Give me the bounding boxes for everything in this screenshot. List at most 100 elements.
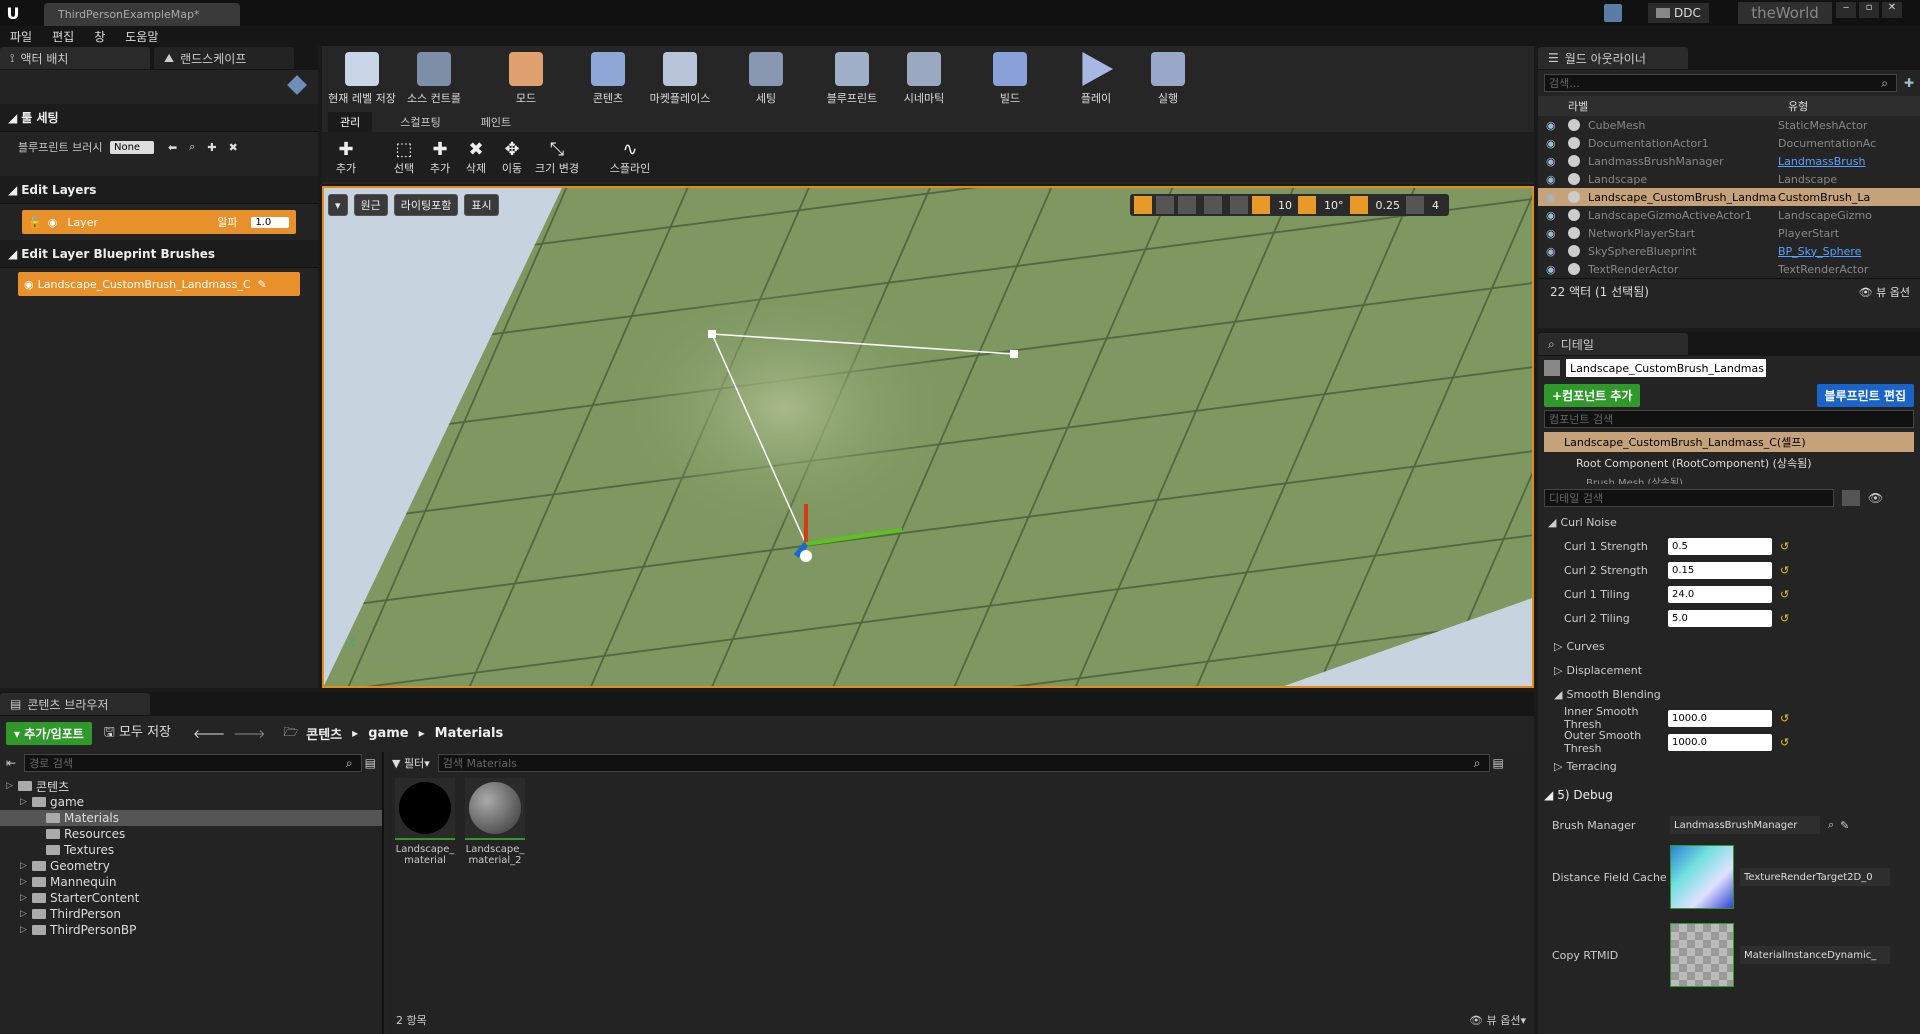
add-component-button[interactable]: +컴포넌트 추가 — [1544, 383, 1641, 407]
folder-tree-item[interactable]: ▷ ThirdPerson — [0, 906, 382, 922]
tab-paint[interactable]: 페인트 — [469, 112, 523, 132]
show-button[interactable]: 표시 — [464, 194, 499, 216]
pick-actor-icon[interactable]: ✎ — [1840, 819, 1849, 832]
visibility-eye-icon[interactable]: ◉ — [48, 216, 58, 229]
col-type-header[interactable]: 유형 — [1788, 98, 1808, 114]
scale-snap-value[interactable]: 0.25 — [1370, 199, 1407, 212]
forward-icon[interactable]: 🡒 — [233, 726, 265, 741]
scale-snap-icon[interactable] — [1349, 196, 1368, 214]
folder-tree-item[interactable]: ▷ 콘텐츠 — [0, 778, 382, 794]
tab-manage[interactable]: 관리 — [328, 112, 373, 132]
outliner-view-options[interactable]: 👁 뷰 옵션 — [1859, 284, 1910, 300]
tab-sculpt[interactable]: 스컬프팅 — [388, 112, 452, 132]
visibility-eye-icon[interactable]: ◉ — [1538, 119, 1568, 132]
expander-icon[interactable]: ▷ — [20, 877, 32, 887]
self-component-row[interactable]: Landscape_CustomBrush_Landmass_C(셀프) — [1544, 432, 1914, 452]
breadcrumb-materials[interactable]: Materials — [435, 726, 504, 741]
outliner-row[interactable]: ◉ LandmassBrushManager LandmassBrush — [1538, 152, 1920, 170]
outliner-row[interactable]: ◉ SkySphereBlueprint BP_Sky_Sphere — [1538, 242, 1920, 260]
blueprints-button[interactable]: 블루프린트 — [816, 46, 888, 112]
tool-add[interactable]: ✚ 추가 — [422, 139, 458, 176]
document-tab[interactable]: ThirdPersonExampleMap* — [44, 3, 240, 26]
surface-snap-icon[interactable] — [1230, 196, 1248, 214]
tool-resize[interactable]: ⤡ 크기 변경 — [530, 139, 584, 176]
lock-icon[interactable]: 🔓 — [28, 216, 42, 229]
layer-row[interactable]: 🔓 ◉ Layer 알파 1.0 — [22, 210, 296, 234]
folder-tree-item[interactable]: Resources — [0, 826, 382, 842]
brush-eye-icon[interactable]: ◉ — [24, 278, 34, 291]
gizmo-center[interactable] — [800, 550, 812, 562]
launch-button[interactable]: 실행 — [1132, 46, 1204, 112]
minimize-button[interactable]: ‒ — [1836, 2, 1856, 18]
visibility-eye-icon[interactable]: ◉ — [1538, 227, 1568, 240]
rotate-icon[interactable] — [1156, 196, 1174, 214]
blueprint-brush-select[interactable]: None — [110, 140, 154, 154]
actor-name-field[interactable]: Landscape_CustomBrush_Landmas — [1566, 359, 1766, 377]
expander-icon[interactable]: ▷ — [20, 925, 32, 935]
curl-noise-category[interactable]: ◢ Curl Noise — [1538, 510, 1920, 534]
expander-icon[interactable]: ▷ — [20, 909, 32, 919]
visibility-options-icon[interactable]: 👁 — [1868, 491, 1883, 505]
reset-to-default-icon[interactable]: ↺ — [1780, 540, 1789, 553]
tab-place-actors[interactable]: ⟟ 액터 배치 — [0, 47, 150, 69]
brush-mesh-row[interactable]: Brush Mesh (상속됨) — [1538, 474, 1920, 484]
settings-button[interactable]: 세팅 — [730, 46, 802, 112]
displacement-category[interactable]: ▷ Displacement — [1538, 658, 1920, 682]
detail-search-input[interactable]: 디테일 검색 — [1544, 489, 1834, 507]
folder-tree-item[interactable]: ▷ Geometry — [0, 858, 382, 874]
grid-snap-icon[interactable] — [1252, 196, 1270, 214]
property-value-field[interactable]: 0.15 — [1668, 561, 1772, 579]
maximize-button[interactable]: ▫ — [1859, 2, 1879, 18]
reset-to-default-icon[interactable]: ↺ — [1780, 588, 1789, 601]
outliner-row[interactable]: ◉ CubeMesh StaticMeshActor — [1538, 116, 1920, 134]
tool-move[interactable]: ✥ 이동 — [494, 139, 530, 176]
debug-category[interactable]: ◢ 5) Debug — [1538, 778, 1920, 812]
curves-category[interactable]: ▷ Curves — [1538, 634, 1920, 658]
tool-settings-header[interactable]: ◢ 툴 세팅 — [0, 104, 318, 132]
outliner-row[interactable]: ◉ Landscape Landscape — [1538, 170, 1920, 188]
tool-delete[interactable]: ✖ 삭제 — [458, 139, 494, 176]
terracing-category[interactable]: ▷ Terracing — [1538, 754, 1920, 778]
asset-tile[interactable]: Landscape_ material_2 — [464, 778, 526, 866]
asset-tile[interactable]: Landscape_ material — [394, 778, 456, 866]
property-value-field[interactable]: 1000.0 — [1668, 733, 1772, 751]
content-view-options[interactable]: 👁 뷰 옵션▾ — [1469, 1012, 1526, 1028]
spline-point-2[interactable] — [1010, 350, 1018, 358]
component-search-input[interactable]: 컴포넌트 검색 — [1544, 410, 1914, 428]
smooth-blending-category[interactable]: ◢ Smooth Blending — [1538, 682, 1920, 706]
outliner-row[interactable]: ◉ TextRenderActor TextRenderActor — [1538, 260, 1920, 278]
add-icon[interactable]: ✚ — [207, 141, 216, 154]
folder-tree-item[interactable]: ▷ game — [0, 794, 382, 810]
lighting-button[interactable]: 라이팅포함 — [393, 194, 459, 216]
build-button[interactable]: 빌드 — [974, 46, 1046, 112]
spline-point-1[interactable] — [708, 330, 716, 338]
menu-file[interactable]: 파일 — [10, 28, 32, 45]
col-label-header[interactable]: 라벨 — [1538, 98, 1788, 114]
reset-to-default-icon[interactable]: ↺ — [1780, 712, 1789, 725]
dfc-select[interactable]: TextureRenderTarget2D_0 — [1740, 868, 1890, 886]
add-filter-icon[interactable]: ✚ — [1904, 76, 1914, 90]
reset-to-default-icon[interactable]: ↺ — [1780, 612, 1789, 625]
tool-new[interactable]: ✚ 추가 — [326, 139, 366, 176]
close-button[interactable]: ✕ — [1882, 2, 1902, 18]
outliner-row-type[interactable]: LandmassBrush — [1778, 155, 1865, 168]
edit-blueprint-button[interactable]: 블루프린트 편집 — [1816, 383, 1914, 407]
expander-icon[interactable]: ▷ — [20, 797, 32, 807]
expander-icon[interactable]: ▷ — [20, 861, 32, 871]
translate-icon[interactable] — [1134, 196, 1152, 214]
back-icon[interactable]: 🡐 — [193, 726, 225, 741]
marketplace-button[interactable]: 마켓플레이스 — [644, 46, 716, 112]
modes-button[interactable]: 모드 — [490, 46, 562, 112]
outliner-row-type[interactable]: BP_Sky_Sphere — [1778, 245, 1861, 258]
visibility-eye-icon[interactable]: ◉ — [1538, 173, 1568, 186]
expander-icon[interactable]: ▷ — [20, 893, 32, 903]
notification-icon[interactable] — [1604, 4, 1622, 22]
brush-edit-icon[interactable]: ✎ — [258, 278, 267, 291]
path-search-input[interactable]: 경로 검색 — [24, 754, 362, 772]
camera-speed-icon[interactable] — [1406, 196, 1424, 214]
menu-help[interactable]: 도움말 — [125, 28, 158, 45]
save-all-button[interactable]: 🖫 모두 저장 — [104, 721, 171, 745]
add-import-button[interactable]: ▾ 추가/임포트 — [6, 721, 92, 745]
browse-asset-icon[interactable]: ⌕ — [1828, 818, 1834, 832]
tab-landscape[interactable]: ⛰ 랜드스케이프 — [154, 47, 294, 69]
